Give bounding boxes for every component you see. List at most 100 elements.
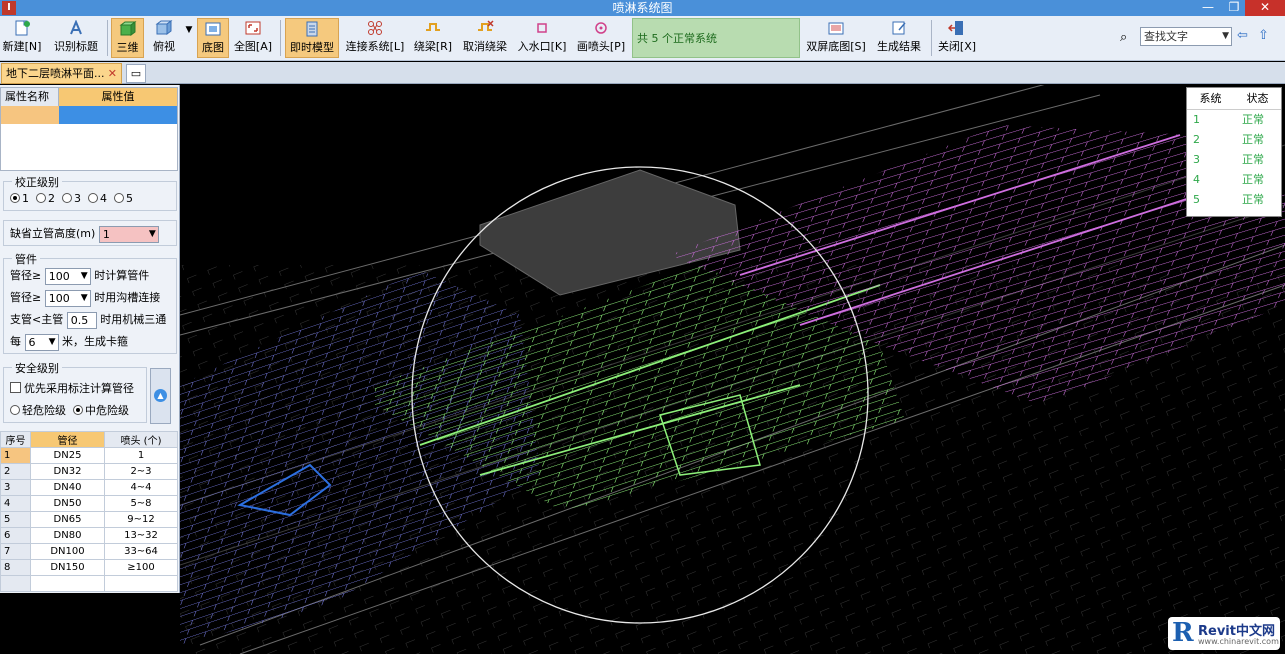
riser-row: 缺省立管高度(m) 1 ▼	[10, 225, 159, 243]
table-cell: 5	[0, 511, 31, 528]
fitting-row-1: 管径≥ 100 ▼ 时计算管件	[10, 267, 149, 285]
table-cell: 3	[0, 479, 31, 496]
generate-result-button[interactable]: 生成结果	[872, 18, 926, 58]
system-row[interactable]: 1 正常	[1187, 110, 1281, 130]
calibration-title: 校正级别	[12, 174, 62, 190]
base-map-icon	[205, 22, 221, 36]
prefer-annotation-checkbox[interactable]: 优先采用标注计算管径	[10, 380, 134, 396]
dual-screen-label: 双屏底图[S]	[806, 40, 866, 53]
fitting-row-3: 支管<主管 0.5 时用机械三通	[10, 311, 166, 329]
calibration-option-2[interactable]: 2	[36, 192, 55, 205]
binoculars-icon[interactable]: ⌕	[1120, 30, 1127, 45]
base-map-button[interactable]: 底图	[197, 18, 229, 58]
restore-icon[interactable]: ❐	[1221, 0, 1247, 16]
minimize-icon[interactable]: —	[1195, 0, 1221, 16]
table-cell: DN32	[30, 463, 105, 480]
recognize-title-button[interactable]: 识别标题	[50, 18, 102, 58]
3d-icon	[119, 21, 136, 36]
pipe-diameter-table: 序号 管径 喷头 (个) 1 DN25 1 2 DN32 2~3 3 DN40 4~4 4D…	[0, 431, 178, 592]
table-cell	[0, 575, 31, 592]
new-button[interactable]: 新建[N]	[1, 18, 43, 58]
riser-group: 缺省立管高度(m) 1 ▼	[3, 220, 177, 246]
medium-hazard-radio[interactable]: 中危险级	[73, 404, 129, 417]
table-cell: DN50	[30, 495, 105, 512]
full-view-button[interactable]: 全图[A]	[232, 18, 274, 58]
table-row[interactable]: 1 DN25 1	[0, 447, 178, 464]
full-view-label: 全图[A]	[233, 40, 273, 53]
fitting-diameter-select-2[interactable]: 100 ▼	[44, 289, 91, 307]
calibration-option-5[interactable]: 5	[114, 192, 133, 205]
revit-logo-icon: R	[1172, 618, 1194, 648]
search-next-icon[interactable]: ⇧	[1258, 28, 1269, 43]
3d-button[interactable]: 三维	[111, 18, 144, 58]
system-status-text: 共 5 个正常系统	[632, 18, 800, 58]
prefer-annotation-label: 优先采用标注计算管径	[24, 382, 134, 395]
status-col-header: 状态	[1246, 92, 1269, 105]
table-row[interactable]: 3 DN40 4~4	[0, 479, 178, 496]
table-row[interactable]	[0, 575, 178, 592]
light-hazard-radio[interactable]: 轻危险级	[10, 404, 66, 417]
window-title: 喷淋系统图	[612, 1, 673, 15]
radio-icon	[114, 193, 124, 203]
main-toolbar: 新建[N] 识别标题 三维 俯视 ▼ 底图 全图[A] 即时模型 连接系统[L]…	[0, 16, 1285, 61]
cancel-bypass-button[interactable]: 取消绕梁	[459, 18, 511, 58]
dual-screen-button[interactable]: 双屏底图[S]	[804, 18, 868, 58]
watermark-url: www.chinarevit.com	[1198, 637, 1279, 646]
property-value-header: 属性值	[59, 88, 177, 106]
table-row[interactable]: 8 DN150 ≥100	[0, 559, 178, 576]
view-dropdown-icon[interactable]: ▼	[183, 18, 195, 58]
table-cell: DN40	[30, 479, 105, 496]
table-row[interactable]: 2 DN32 2~3	[0, 463, 178, 480]
toolbar-separator	[107, 20, 108, 56]
tab-close-icon[interactable]: ✕	[108, 64, 117, 83]
title-bar: I 喷淋系统图 — ❐ ✕	[0, 0, 1285, 16]
table-row[interactable]: 6 DN80 13~32	[0, 527, 178, 544]
base-map-label: 底图	[202, 41, 224, 54]
calibration-option-4[interactable]: 4	[88, 192, 107, 205]
connect-system-button[interactable]: 连接系统[L]	[343, 18, 407, 58]
new-tab-icon[interactable]: ▭	[126, 64, 146, 83]
close-window-icon[interactable]: ✕	[1245, 0, 1285, 16]
top-view-button[interactable]: 俯视	[147, 18, 181, 58]
3d-viewport[interactable]	[180, 85, 1285, 654]
system-status: 正常	[1242, 153, 1264, 166]
property-row[interactable]	[1, 106, 177, 124]
riser-height-select[interactable]: 1 ▼	[98, 225, 159, 243]
property-value-cell[interactable]	[59, 106, 177, 124]
branch-ratio-input[interactable]: 0.5	[66, 311, 97, 329]
table-cell: 2~3	[104, 463, 178, 480]
fitting-diameter-select-1[interactable]: 100 ▼	[44, 267, 91, 285]
fitting-prefix: 支管<主管	[10, 313, 64, 326]
table-cell: 4~4	[104, 479, 178, 496]
system-row[interactable]: 4 正常	[1187, 170, 1281, 190]
fitting-prefix: 管径≥	[10, 291, 42, 304]
draw-sprinkler-button[interactable]: 画喷头[P]	[574, 18, 628, 58]
property-name-cell[interactable]	[1, 106, 59, 124]
table-row[interactable]: 4 DN50 5~8	[0, 495, 178, 512]
system-row[interactable]: 2 正常	[1187, 130, 1281, 150]
close-button[interactable]: 关闭[X]	[935, 18, 979, 58]
search-combo[interactable]: 查找文字 ▼	[1140, 27, 1232, 46]
chevron-down-icon: ▼	[148, 228, 156, 239]
calibration-option-3[interactable]: 3	[62, 192, 81, 205]
calibration-option-1[interactable]: 1	[10, 192, 29, 205]
instant-model-button[interactable]: 即时模型	[285, 18, 339, 58]
beam-bypass-button[interactable]: 绕梁[R]	[411, 18, 455, 58]
chevron-down-icon: ▼	[48, 336, 56, 347]
search-placeholder: 查找文字	[1144, 30, 1188, 43]
system-status: 正常	[1242, 173, 1264, 186]
tab-active-document[interactable]: 地下二层喷淋平面... ✕	[1, 63, 122, 84]
table-row[interactable]: 7 DN100 33~64	[0, 543, 178, 560]
search-prev-icon[interactable]: ⇦	[1237, 28, 1248, 43]
system-row[interactable]: 5 正常	[1187, 190, 1281, 210]
table-cell: DN100	[30, 543, 105, 560]
pipe-fittings-group: 管件 管径≥ 100 ▼ 时计算管件 管径≥ 100 ▼ 时用沟槽连接 支管<主管 …	[3, 251, 177, 354]
clamp-interval-select[interactable]: 6 ▼	[24, 333, 59, 351]
collapse-panel-button[interactable]: ▲	[150, 368, 171, 424]
system-row[interactable]: 3 正常	[1187, 150, 1281, 170]
water-inlet-button[interactable]: 入水口[K]	[515, 18, 569, 58]
fitting-suffix: 时计算管件	[94, 269, 150, 282]
document-tab-strip: 地下二层喷淋平面... ✕ ▭	[0, 62, 1285, 84]
table-row[interactable]: 5 DN65 9~12	[0, 511, 178, 528]
pipe-fittings-title: 管件	[12, 251, 40, 267]
